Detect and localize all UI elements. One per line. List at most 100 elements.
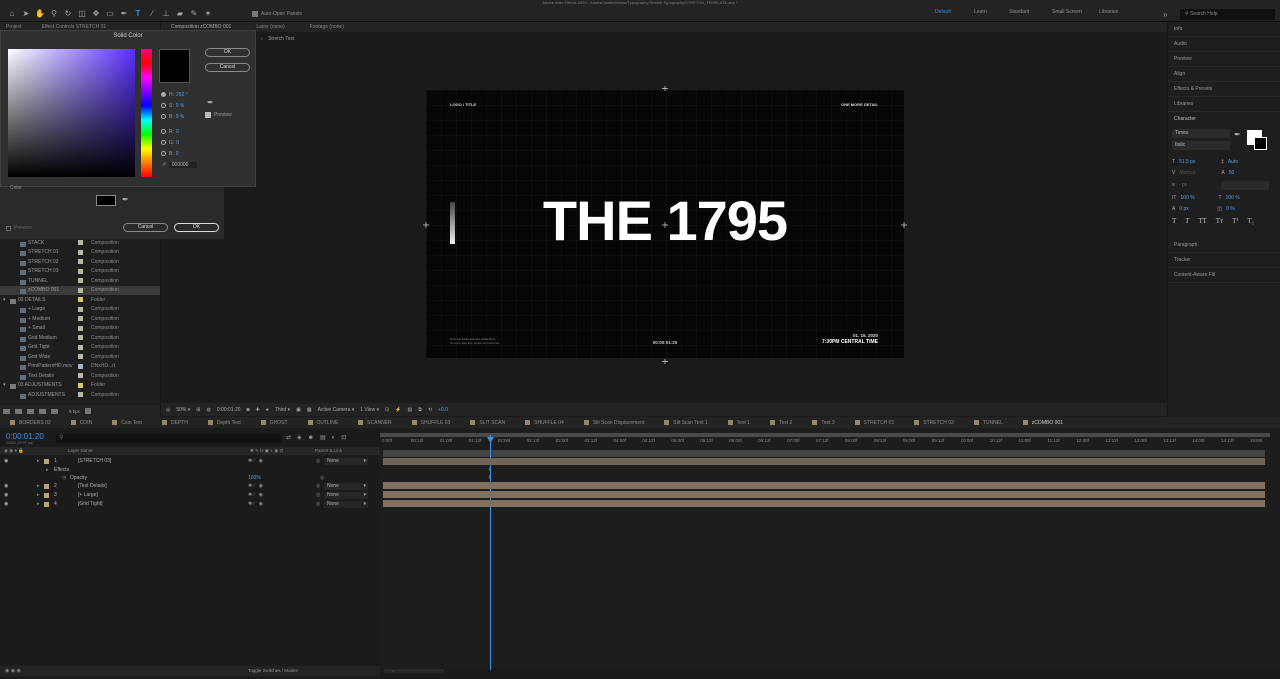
superscript-icon[interactable]: T¹ (1232, 217, 1238, 225)
twirl-icon[interactable]: ▸ (37, 501, 40, 507)
panel-tracker[interactable]: Tracker (1168, 253, 1280, 268)
vertical-scale[interactable]: 100 % (1180, 195, 1214, 201)
project-item[interactable]: zCOMBO 001 Composition (0, 285, 160, 295)
switches-icons[interactable]: ✱ ∕ ◉ (248, 501, 263, 507)
timeline-tab[interactable]: OUTLINE (298, 420, 349, 426)
panel-align[interactable]: Align (1168, 67, 1280, 82)
timeline-tab[interactable]: zCOMBO 001 (1013, 420, 1073, 426)
expression-icon[interactable]: ◎ (320, 475, 324, 481)
camera-tool-icon[interactable]: ◫ (76, 7, 88, 19)
motion-blur-icon[interactable]: ◐ (332, 435, 336, 441)
new-comp-icon[interactable] (27, 408, 34, 414)
composition-breadcrumb[interactable]: ‹ Stretch Text (261, 36, 294, 42)
draft-3d-icon[interactable]: ◈ (297, 434, 302, 441)
workspace-libraries[interactable]: Libraries (1099, 9, 1118, 15)
all-caps-icon[interactable]: TT (1198, 217, 1207, 225)
project-item[interactable]: + Medium Composition (0, 314, 160, 324)
cancel-button[interactable]: Cancel (205, 63, 250, 72)
timeline-tab[interactable]: STRETCH 01 (845, 420, 905, 426)
color-channel-icon[interactable]: ● (266, 407, 269, 413)
switches-icons[interactable]: ✱ ∕ ◉ (248, 492, 263, 498)
label-color-swatch[interactable] (78, 354, 83, 360)
pickwhip-icon[interactable]: ◎ (316, 501, 320, 507)
visibility-icon[interactable]: ◉ (4, 458, 8, 464)
clone-stamp-tool-icon[interactable]: ⊥ (160, 7, 172, 19)
b2-field[interactable]: B: 0 (161, 148, 197, 159)
workspace-menu-icon[interactable]: » (1163, 10, 1167, 19)
timeline-tab[interactable]: STRETCH 03 (904, 420, 964, 426)
pickwhip-icon[interactable]: ◎ (316, 458, 320, 464)
label-color-swatch[interactable] (78, 297, 83, 303)
work-area-bar[interactable] (380, 433, 1270, 437)
roto-brush-tool-icon[interactable]: ✎ (188, 7, 200, 19)
panel-paragraph[interactable]: Paragraph (1168, 238, 1280, 253)
project-item[interactable]: STRETCH 02 Composition (0, 257, 160, 267)
disclosure-triangle-icon[interactable]: ▾ (3, 297, 6, 303)
preview-checkbox[interactable]: Preview (205, 112, 232, 118)
brush-tool-icon[interactable]: ∕ (146, 7, 158, 19)
workspace-default[interactable]: Default (935, 9, 951, 15)
twirl-icon[interactable]: ▸ (37, 492, 40, 498)
horizontal-scale[interactable]: 100 % (1226, 195, 1240, 201)
twirl-icon[interactable]: ▸ (37, 458, 40, 464)
font-style-dropdown[interactable]: Italic (1172, 141, 1230, 150)
label-color-swatch[interactable] (78, 373, 83, 379)
layer-name[interactable]: [Grid Tight] (78, 501, 102, 507)
eyedropper-icon[interactable]: ✒ (122, 195, 129, 204)
timeline-tab[interactable]: Depth Text (198, 420, 251, 426)
tab-layer[interactable]: Layer (none) (256, 24, 284, 30)
timeline-layer-row[interactable]: ◉ ▸ 3 [+ Large] ✱ ∕ ◉ ◎ None ▾ (0, 491, 380, 500)
project-item[interactable]: ADJUSTMENTS Composition (0, 390, 160, 400)
toggle-switches-modes[interactable]: Toggle Switches / Modes (248, 668, 298, 673)
layer-label-swatch[interactable] (44, 493, 49, 498)
timeline-tab[interactable]: Text 3 (802, 420, 844, 426)
visibility-icon[interactable]: ◉ (4, 501, 8, 507)
g-field[interactable]: G: 0 (161, 137, 197, 148)
label-color-swatch[interactable] (78, 306, 83, 312)
h-field[interactable]: H: 252 ° (161, 89, 197, 100)
pan-behind-tool-icon[interactable]: ✥ (90, 7, 102, 19)
keyframe-icon[interactable]: I (489, 467, 490, 473)
project-item[interactable]: Text Details Composition (0, 371, 160, 381)
ok-button[interactable]: OK (174, 223, 219, 232)
mask-icon[interactable]: ◍ (207, 407, 211, 413)
faux-italic-icon[interactable]: T (1185, 217, 1189, 225)
timeline-icon[interactable]: ▤ (408, 407, 413, 413)
label-color-swatch[interactable] (78, 287, 83, 293)
project-item[interactable]: PrintPatternHD.mov DNxHD...rt (0, 362, 160, 372)
opacity-property-row[interactable]: ◷ Opacity 100% ◎ (0, 474, 380, 483)
pickwhip-icon[interactable]: ◎ (316, 483, 320, 489)
timeline-tab[interactable]: TUNNEL (964, 420, 1013, 426)
resolution-dropdown[interactable]: Third ▾ (275, 407, 290, 413)
character-panel-title[interactable]: Character (1168, 112, 1280, 126)
visibility-icon[interactable]: ◉ (4, 492, 8, 498)
graph-editor-icon[interactable]: ⊡ (341, 434, 346, 441)
workspace-standard[interactable]: Standard (1009, 9, 1029, 15)
camera-dropdown[interactable]: Active Camera ▾ (318, 407, 355, 413)
r-field[interactable]: R: 0 (161, 126, 197, 137)
timeline-tab[interactable]: SHUFFLE 03 (402, 420, 461, 426)
shy-icon[interactable]: ☻ (308, 435, 314, 441)
type-tool-icon[interactable]: T (132, 7, 144, 19)
timeline-tab[interactable]: BORDERS 02 (0, 420, 61, 426)
layer-name[interactable]: [+ Large] (78, 492, 98, 498)
parent-dropdown[interactable]: None ▾ (324, 457, 368, 465)
zoom-slider[interactable]: ○ (384, 668, 444, 673)
timeline-tab[interactable]: Slit Scan Text 1 (654, 420, 717, 426)
timeline-tab[interactable]: GHOST (251, 420, 298, 426)
color-field[interactable] (8, 49, 135, 177)
label-color-swatch[interactable] (78, 325, 83, 331)
layer-label-swatch[interactable] (44, 459, 49, 464)
faux-bold-icon[interactable]: T (1172, 217, 1176, 225)
zoom-tool-icon[interactable]: ⚲ (48, 7, 60, 19)
project-item[interactable]: STRETCH 01 Composition (0, 248, 160, 258)
tsume[interactable]: 0 % (1226, 206, 1235, 212)
kerning[interactable]: Metrics (1179, 170, 1217, 176)
stroke-width[interactable]: - px (1179, 182, 1217, 188)
project-item[interactable]: STRETCH 03 Composition (0, 267, 160, 277)
comp-mini-flowchart-icon[interactable]: ⇄ (286, 434, 291, 441)
reset-exposure-icon[interactable]: ⟲ (428, 407, 432, 413)
small-caps-icon[interactable]: Tт (1216, 217, 1223, 225)
visibility-icon[interactable]: ◉ (4, 483, 8, 489)
timeline-layer-row[interactable]: ◉ ▸ 1 [STRETCH 03] ✱ ∕ ◉ ◎ None ▾ (0, 457, 380, 466)
